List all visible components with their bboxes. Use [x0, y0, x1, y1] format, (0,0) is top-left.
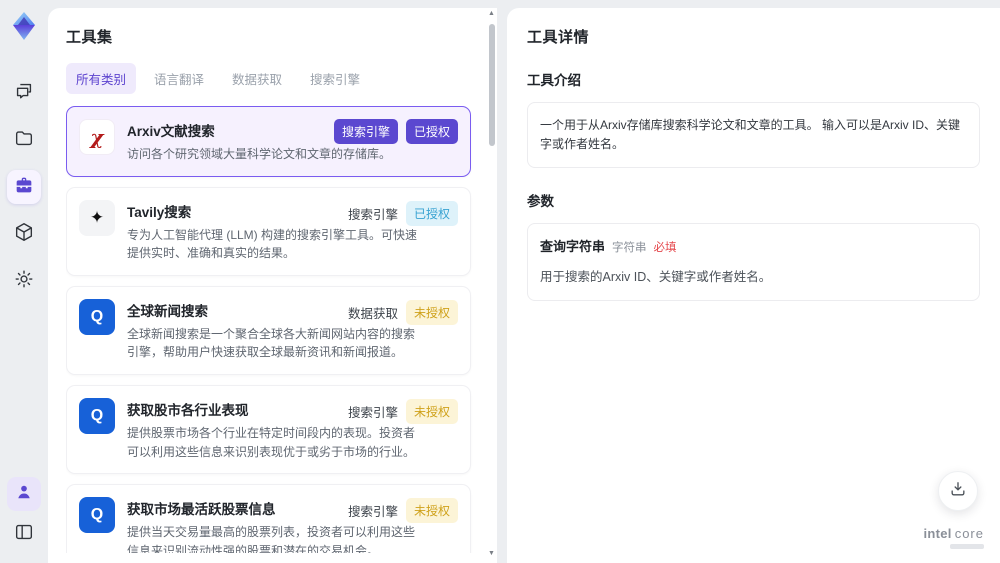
user-icon	[13, 481, 35, 508]
tool-card[interactable]: χ ✦ Q Tavily搜索 专为人工智能代理 (LLM) 构建的搜索引擎工具。…	[66, 186, 471, 276]
scrollbar: ▲ ▼	[487, 10, 497, 557]
tool-card[interactable]: χ ✦ Q 获取市场最活跃股票信息 提供当天交易量最高的股票列表，投资者可以利用…	[66, 484, 471, 553]
gear-icon	[13, 268, 35, 295]
intel-core-logo: intel core	[923, 526, 984, 549]
tools-panel: 工具集 所有类别语言翻译数据获取搜索引擎 χ ✦ Q Arxiv文献搜索 访问各…	[48, 8, 497, 563]
auth-status-badge: 未授权	[405, 299, 458, 325]
news-logo-icon: Q	[90, 406, 104, 424]
arxiv-logo-icon: χ	[90, 125, 104, 149]
left-rail	[0, 0, 48, 563]
app-logo-icon	[8, 10, 40, 42]
chat-icon	[13, 80, 35, 107]
sidebar-item-panel-toggle[interactable]	[7, 517, 41, 551]
tool-description: 全球新闻搜索是一个聚合全球各大新闻网站内容的搜索引擎，帮助用户快速获取全球最新资…	[127, 326, 416, 360]
category-badge: 搜索引擎	[347, 207, 398, 222]
tool-description: 提供股票市场各个行业在特定时间段内的表现。投资者可以利用这些信息来识别表现优于或…	[127, 425, 416, 459]
detail-title: 工具详情	[527, 29, 590, 46]
download-button[interactable]	[938, 471, 978, 511]
cube-icon	[13, 221, 35, 248]
tab-all-categories[interactable]: 所有类别	[66, 63, 137, 94]
tool-list: χ ✦ Q Arxiv文献搜索 访问各个研究领域大量科学论文和文章的存储库。 搜…	[66, 106, 483, 553]
brand-sub-bar	[950, 544, 984, 549]
rail-bottom	[7, 477, 41, 551]
auth-status-badge: 已授权	[405, 200, 458, 226]
params-heading: 参数	[527, 194, 554, 210]
auth-status-badge: 已授权	[405, 119, 458, 144]
scrollbar-thumb[interactable]	[489, 24, 495, 146]
tool-detail-panel: 工具详情 工具介绍 一个用于从Arxiv存储库搜索科学论文和文章的工具。 输入可…	[507, 8, 1000, 563]
news-logo-icon: Q	[90, 506, 104, 524]
tool-description: 专为人工智能代理 (LLM) 构建的搜索引擎工具。可快速提供实时、准确和真实的结…	[127, 227, 418, 261]
category-badge: 搜索引擎	[333, 119, 398, 144]
param-head: 查询字符串 字符串 必填	[540, 237, 967, 258]
brand-core: core	[954, 526, 984, 541]
tab-data-fetch[interactable]: 数据获取	[222, 63, 292, 94]
auth-status-badge: 未授权	[405, 398, 458, 424]
scroll-down-arrow[interactable]: ▼	[488, 550, 495, 557]
tab-search-engine[interactable]: 搜索引擎	[300, 63, 370, 94]
sidebar-item-models[interactable]	[7, 217, 41, 251]
param-required-badge: 必填	[653, 242, 677, 255]
tool-description: 提供当天交易量最高的股票列表，投资者可以利用这些信息来识别流动性强的股票和潜在的…	[127, 525, 416, 553]
category-tabs: 所有类别 语言翻译 数据获取 搜索引擎	[66, 63, 483, 94]
brand-intel: intel	[923, 526, 952, 541]
sidebar-item-settings[interactable]	[7, 264, 41, 298]
param-box: 查询字符串 字符串 必填 用于搜索的Arxiv ID、关键字或作者姓名。	[527, 223, 980, 302]
sidebar-item-account[interactable]	[7, 477, 41, 511]
news-logo-icon: Q	[90, 307, 104, 325]
param-name: 查询字符串	[540, 239, 606, 255]
tool-description: 访问各个研究领域大量科学论文和文章的存储库。	[127, 147, 392, 161]
param-type: 字符串	[612, 242, 647, 255]
toolbox-icon	[13, 174, 35, 201]
sparkle-icon: ✦	[89, 208, 105, 228]
sidebar-item-toolbox[interactable]	[7, 170, 41, 204]
category-badge: 搜索引擎	[347, 405, 398, 420]
panel-toggle-icon	[13, 521, 35, 548]
auth-status-badge: 未授权	[405, 498, 458, 524]
sidebar-item-chat[interactable]	[7, 76, 41, 110]
tab-language-translate[interactable]: 语言翻译	[144, 63, 214, 94]
intro-heading: 工具介绍	[527, 73, 581, 88]
category-badge: 搜索引擎	[347, 505, 398, 520]
scroll-up-arrow[interactable]: ▲	[488, 10, 495, 17]
tool-card[interactable]: χ ✦ Q Arxiv文献搜索 访问各个研究领域大量科学论文和文章的存储库。 搜…	[66, 106, 471, 177]
download-icon	[948, 479, 968, 504]
intro-text: 一个用于从Arxiv存储库搜索科学论文和文章的工具。 输入可以是Arxiv ID…	[540, 118, 961, 152]
tool-card[interactable]: χ ✦ Q 全球新闻搜索 全球新闻搜索是一个聚合全球各大新闻网站内容的搜索引擎，…	[66, 285, 471, 375]
tool-card[interactable]: χ ✦ Q 获取股市各行业表现 提供股票市场各个行业在特定时间段内的表现。投资者…	[66, 384, 471, 475]
param-description: 用于搜索的Arxiv ID、关键字或作者姓名。	[540, 270, 772, 285]
page-title: 工具集	[66, 29, 113, 46]
category-badge: 数据获取	[347, 306, 398, 321]
folder-icon	[13, 127, 35, 154]
sidebar-item-files[interactable]	[7, 123, 41, 157]
intro-box: 一个用于从Arxiv存储库搜索科学论文和文章的工具。 输入可以是Arxiv ID…	[527, 102, 980, 169]
rail-nav	[7, 76, 41, 298]
